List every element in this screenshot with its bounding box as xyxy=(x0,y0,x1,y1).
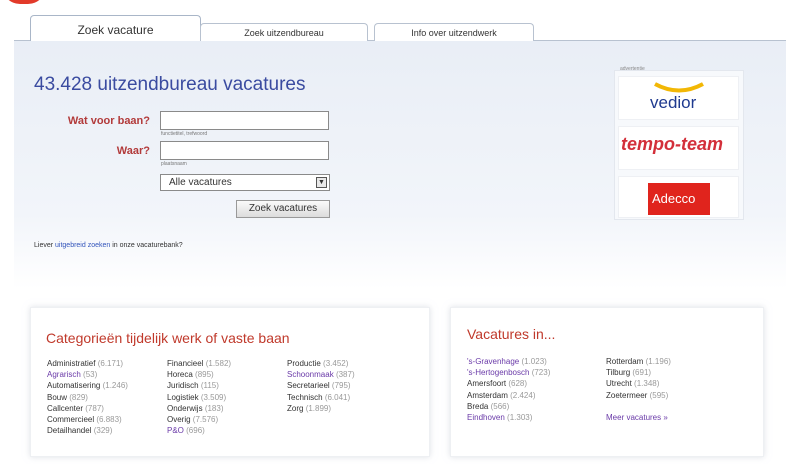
tempo-team-logo-text: tempo-team xyxy=(621,134,724,154)
list-item[interactable]: Horeca (895) xyxy=(167,369,231,380)
categories-column-2: Financieel (1.582) Horeca (895) Juridisc… xyxy=(167,358,231,436)
categories-title: Categorieën tijdelijk werk of vaste baan xyxy=(46,330,290,346)
list-item[interactable]: Detailhandel (329) xyxy=(47,425,128,436)
vedior-logo-text: vedior xyxy=(650,93,697,112)
list-item[interactable]: Amersfoort (628) xyxy=(467,378,550,389)
what-input[interactable] xyxy=(160,111,329,130)
tab-zoek-vacature[interactable]: Zoek vacature xyxy=(30,15,201,42)
tab-info-uitzendwerk[interactable]: Info over uitzendwerk xyxy=(374,23,534,42)
list-item[interactable]: Breda (566) xyxy=(467,401,550,412)
ad-adecco[interactable]: Adecco xyxy=(618,176,739,218)
site-logo-fragment[interactable] xyxy=(2,0,46,4)
list-item[interactable]: Callcenter (787) xyxy=(47,403,128,414)
list-item[interactable]: Zorg (1.899) xyxy=(287,403,355,414)
list-item[interactable]: Juridisch (115) xyxy=(167,380,231,391)
list-item[interactable]: Automatisering (1.246) xyxy=(47,380,128,391)
list-item[interactable]: Logistiek (3.509) xyxy=(167,392,231,403)
categories-column-1: Administratief (6.171) Agrarisch (53) Au… xyxy=(47,358,128,436)
what-hint: functietitel, trefwoord xyxy=(161,131,208,137)
list-item[interactable]: Onderwijs (183) xyxy=(167,403,231,414)
advanced-search-prefix: Liever xyxy=(34,242,56,249)
list-item[interactable]: Financieel (1.582) xyxy=(167,358,231,369)
page-title: 43.428 uitzendbureau vacatures xyxy=(34,74,306,95)
advanced-search-line: Liever uitgebreid zoeken in onze vacatur… xyxy=(34,242,183,249)
list-item[interactable]: Productie (3.452) xyxy=(287,358,355,369)
list-item[interactable]: Commercieel (6.883) xyxy=(47,414,128,425)
list-item[interactable]: Technisch (6.041) xyxy=(287,392,355,403)
category-select[interactable]: Alle vacatures ▼ xyxy=(160,174,330,191)
ad-vedior[interactable]: vedior xyxy=(618,76,739,120)
list-item[interactable]: Administratief (6.171) xyxy=(47,358,128,369)
what-label: Wat voor baan? xyxy=(67,115,150,127)
more-vacancies-link[interactable]: Meer vacatures » xyxy=(606,412,671,423)
list-item[interactable]: Zoetermeer (595) xyxy=(606,390,671,401)
list-item[interactable]: 's-Gravenhage (1.023) xyxy=(467,356,550,367)
categories-column-3: Productie (3.452) Schoonmaak (387) Secre… xyxy=(287,358,355,414)
chevron-down-icon[interactable]: ▼ xyxy=(316,177,327,188)
list-item[interactable]: Secretarieel (795) xyxy=(287,380,355,391)
cities-title: Vacatures in... xyxy=(467,326,556,342)
list-item[interactable]: Schoonmaak (387) xyxy=(287,369,355,380)
cities-column-2: Rotterdam (1.196) Tilburg (691) Utrecht … xyxy=(606,356,671,423)
tab-zoek-uitzendbureau[interactable]: Zoek uitzendbureau xyxy=(200,23,368,42)
ads-label: advertentie xyxy=(620,66,645,72)
category-select-value: Alle vacatures xyxy=(169,177,232,188)
list-item[interactable]: Rotterdam (1.196) xyxy=(606,356,671,367)
list-item[interactable]: Tilburg (691) xyxy=(606,367,671,378)
list-item[interactable]: Amsterdam (2.424) xyxy=(467,390,550,401)
ad-tempo-team[interactable]: tempo-team xyxy=(618,126,739,170)
advanced-search-suffix: in onze vacaturebank? xyxy=(110,242,183,249)
list-item[interactable]: Utrecht (1.348) xyxy=(606,378,671,389)
list-item[interactable]: 's-Hertogenbosch (723) xyxy=(467,367,550,378)
where-label: Waar? xyxy=(116,145,150,157)
list-item[interactable]: P&O (696) xyxy=(167,425,231,436)
where-hint: plaatsnaam xyxy=(161,161,187,167)
adecco-logo-text: Adecco xyxy=(652,191,696,206)
list-item[interactable]: Overig (7.576) xyxy=(167,414,231,425)
tab-bar: Zoek vacature Zoek uitzendbureau Info ov… xyxy=(14,15,786,42)
list-item[interactable]: Bouw (829) xyxy=(47,392,128,403)
search-button[interactable]: Zoek vacatures xyxy=(236,200,330,218)
advanced-search-link[interactable]: uitgebreid zoeken xyxy=(55,242,110,249)
list-item[interactable]: Eindhoven (1.303) xyxy=(467,412,550,423)
where-input[interactable] xyxy=(160,141,329,160)
list-item[interactable]: Agrarisch (53) xyxy=(47,369,128,380)
cities-column-1: 's-Gravenhage (1.023) 's-Hertogenbosch (… xyxy=(467,356,550,423)
